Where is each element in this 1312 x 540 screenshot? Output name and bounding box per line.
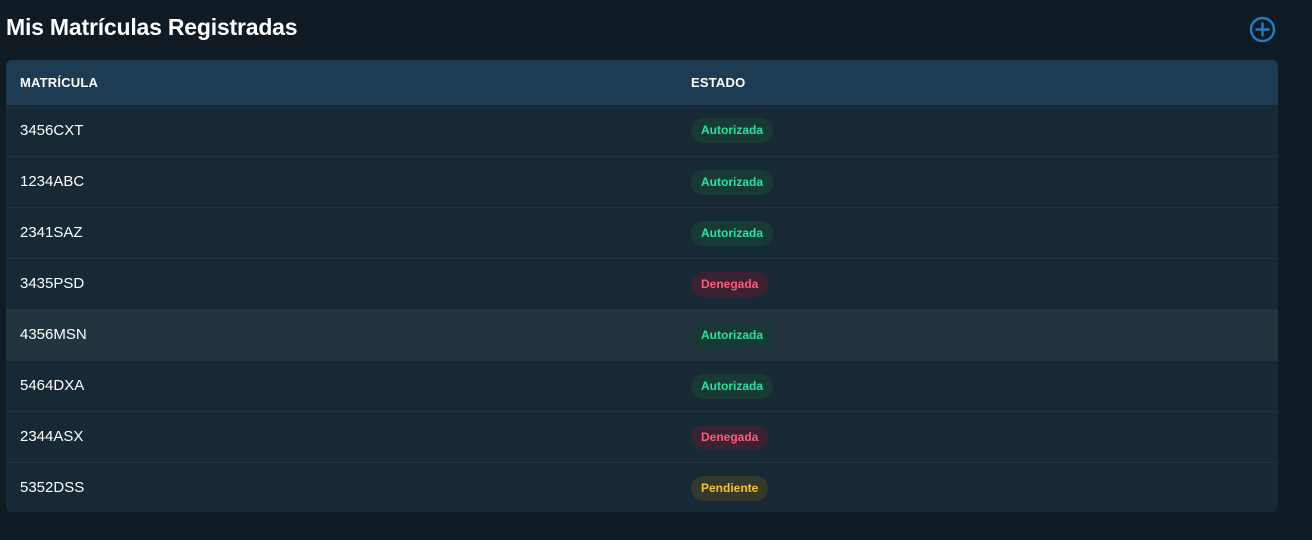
plate-cell: 5352DSS (6, 479, 676, 497)
page: Mis Matrículas Registradas MATRÍCULA EST… (0, 0, 1312, 540)
column-header-plate: MATRÍCULA (20, 75, 99, 90)
status-cell: Pendiente (676, 475, 1278, 501)
status-badge: Denegada (691, 424, 769, 450)
status-cell: Denegada (676, 424, 1278, 450)
table-row[interactable]: 2341SAZ Autorizada (6, 207, 1278, 258)
plate-number: 3456CXT (20, 121, 84, 139)
status-badge: Autorizada (691, 169, 774, 195)
plate-number: 5464DXA (20, 377, 85, 394)
table-row[interactable]: 1234ABC Autorizada (6, 156, 1278, 207)
status-cell: Autorizada (676, 220, 1278, 246)
column-header-status: ESTADO (691, 75, 746, 90)
table-row[interactable]: 5352DSS Pendiente (6, 462, 1278, 512)
plate-cell: 1234ABC (6, 173, 676, 191)
plate-cell: 2344ASX (6, 428, 676, 446)
plate-number: 5352DSS (20, 479, 85, 496)
plate-cell: 2341SAZ (6, 224, 676, 242)
plates-table: MATRÍCULA ESTADO 3456CXT Autorizada 1234AB… (6, 60, 1278, 512)
plate-number: 3435PSD (20, 275, 85, 292)
status-badge: Autorizada (691, 118, 774, 143)
table-row[interactable]: 2344ASX Denegada (6, 411, 1278, 462)
table-row[interactable]: 3435PSD Denegada (6, 258, 1278, 309)
status-badge: Denegada (691, 271, 769, 297)
table-body: 3456CXT Autorizada 1234ABC Autorizada 2341SA… (6, 105, 1278, 512)
status-cell: Autorizada (676, 322, 1278, 348)
table-header: MATRÍCULA ESTADO (6, 60, 1278, 105)
table-row[interactable]: 5464DXA Autorizada (6, 360, 1278, 411)
plate-number: 4356MSN (20, 326, 87, 343)
status-cell: Autorizada (676, 373, 1278, 399)
plate-number: 2341SAZ (20, 224, 83, 241)
plate-number: 1234ABC (20, 173, 85, 190)
status-cell: Autorizada (676, 169, 1278, 195)
plate-cell: 3435PSD (6, 275, 676, 293)
status-badge: Pendiente (691, 475, 769, 501)
status-badge: Autorizada (691, 220, 774, 246)
table-row[interactable]: 4356MSN Autorizada (6, 309, 1278, 360)
plate-cell: 4356MSN (6, 326, 676, 344)
status-cell: Autorizada (676, 118, 1278, 143)
plus-circle-icon[interactable] (1249, 16, 1276, 43)
status-badge: Autorizada (691, 373, 774, 399)
plate-cell: 3456CXT (6, 122, 676, 140)
plate-cell: 5464DXA (6, 377, 676, 395)
status-cell: Denegada (676, 271, 1278, 297)
status-badge: Autorizada (691, 322, 774, 348)
table-row[interactable]: 3456CXT Autorizada (6, 105, 1278, 156)
plate-number: 2344ASX (20, 428, 84, 445)
page-title: Mis Matrículas Registradas (6, 14, 298, 40)
